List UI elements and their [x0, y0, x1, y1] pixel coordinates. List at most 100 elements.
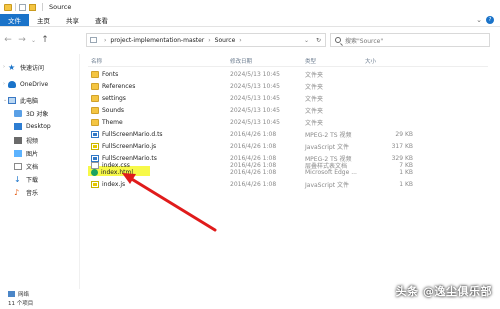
- sidebar-item-label: 视频: [26, 137, 39, 145]
- column-header-size[interactable]: 大小: [365, 56, 376, 66]
- back-arrow-icon[interactable]: ←: [2, 34, 14, 46]
- file-name: Sounds: [102, 106, 125, 114]
- title-bar: Source: [0, 0, 500, 14]
- file-type: Microsoft Edge ...: [305, 168, 357, 176]
- download-icon: ↓: [14, 174, 21, 184]
- sidebar-item-label: 文档: [26, 163, 39, 171]
- sidebar-item-quick-access[interactable]: ★ 快速访问: [8, 62, 44, 72]
- file-name: FullScreenMario.d.ts: [102, 130, 163, 138]
- file-explorer-window: Source 文件 主页 共享 查看 ⌄ ? ← → ⌄ ↑ › project…: [0, 0, 500, 309]
- file-size: 1 KB: [399, 168, 413, 176]
- new-folder-icon[interactable]: [29, 3, 36, 11]
- sidebar-item-onedrive[interactable]: OneDrive: [8, 79, 48, 89]
- computer-icon: [8, 96, 16, 104]
- table-row[interactable]: index.js 2016/4/26 1:08 JavaScript 文件 1 …: [88, 179, 488, 189]
- tab-view[interactable]: 查看: [87, 14, 116, 26]
- refresh-icon[interactable]: ↻: [316, 37, 321, 44]
- table-row[interactable]: FullScreenMario.d.ts 2016/4/26 1:08 MPEG…: [88, 129, 488, 139]
- file-date: 2016/4/26 1:08: [230, 168, 277, 176]
- recent-locations-chevron-icon[interactable]: ⌄: [30, 34, 37, 46]
- folder-icon: [91, 70, 99, 78]
- address-bar[interactable]: › project-implementation-master › Source…: [86, 33, 326, 47]
- chevron-down-icon[interactable]: ⌄: [304, 37, 309, 44]
- watermark-text: 头条 @逸尘俱乐部: [395, 285, 492, 298]
- sidebar-item-this-pc[interactable]: 此电脑: [8, 95, 38, 105]
- file-type: 文件夹: [305, 83, 324, 91]
- documents-icon: [14, 162, 22, 170]
- sidebar-item-label: 下载: [26, 176, 39, 184]
- music-icon: ♪: [14, 187, 20, 197]
- expand-arrow-icon[interactable]: ⌄: [3, 97, 7, 103]
- table-row[interactable]: FullScreenMario.js 2016/4/26 1:08 JavaSc…: [88, 141, 488, 151]
- file-type: 文件夹: [305, 107, 324, 115]
- file-name: Theme: [102, 118, 123, 126]
- table-row[interactable]: Sounds 2024/5/13 10:45 文件夹: [88, 105, 488, 115]
- folder-icon: [4, 3, 12, 11]
- table-row[interactable]: Theme 2024/5/13 10:45 文件夹: [88, 117, 488, 127]
- sidebar-item-downloads[interactable]: ↓ 下载: [14, 174, 38, 184]
- file-date: 2016/4/26 1:08: [230, 130, 277, 138]
- item-count: 11 个项目: [8, 301, 34, 307]
- sidebar-item-label: 快速访问: [20, 64, 45, 72]
- sidebar-item-videos[interactable]: 视频: [14, 135, 38, 145]
- separator: [15, 3, 16, 11]
- file-date: 2016/4/26 1:08: [230, 142, 277, 150]
- search-input[interactable]: 搜索"Source": [330, 33, 490, 47]
- tab-file[interactable]: 文件: [0, 14, 29, 26]
- ts-file-icon: [91, 130, 99, 138]
- header-divider: [88, 66, 488, 67]
- up-arrow-icon[interactable]: ↑: [39, 34, 51, 46]
- file-name: Fonts: [102, 70, 119, 78]
- file-date: 2024/5/13 10:45: [230, 82, 280, 90]
- table-row[interactable]: settings 2024/5/13 10:45 文件夹: [88, 93, 488, 103]
- file-type: 文件夹: [305, 119, 324, 127]
- file-type: MPEG-2 TS 视频: [305, 131, 352, 139]
- forward-arrow-icon[interactable]: →: [16, 34, 28, 46]
- sidebar-item-label: Desktop: [26, 122, 51, 130]
- file-name: index.html: [101, 168, 133, 176]
- expand-arrow-icon[interactable]: ›: [3, 64, 5, 70]
- chevron-right-icon: ›: [208, 36, 211, 44]
- chevron-right-icon: ›: [239, 36, 242, 44]
- js-file-icon: [91, 180, 99, 188]
- sidebar-item-pictures[interactable]: 图片: [14, 148, 38, 158]
- js-file-icon: [91, 142, 99, 150]
- 3d-objects-icon: [14, 109, 22, 117]
- folder-icon: [90, 37, 97, 43]
- breadcrumb-project[interactable]: project-implementation-master: [110, 37, 204, 44]
- separator: [42, 3, 43, 11]
- window-title: Source: [49, 3, 72, 11]
- sidebar-item-label: 3D 对象: [26, 110, 49, 118]
- folder-icon: [91, 94, 99, 102]
- edge-html-icon: [91, 168, 98, 176]
- file-type: JavaScript 文件: [305, 143, 349, 151]
- table-row[interactable]: Fonts 2024/5/13 10:45 文件夹: [88, 69, 488, 79]
- help-icon[interactable]: ?: [486, 16, 494, 24]
- column-header-type[interactable]: 类型: [305, 56, 316, 66]
- navigation-bar: ← → ⌄ ↑ › project-implementation-master …: [0, 28, 500, 52]
- file-size: 1 KB: [399, 180, 413, 188]
- breadcrumb-source[interactable]: Source: [215, 37, 236, 44]
- chevron-down-icon[interactable]: ⌄: [474, 14, 484, 26]
- table-row-highlighted[interactable]: index.html 2016/4/26 1:08 Microsoft Edge…: [88, 167, 488, 177]
- table-row[interactable]: References 2024/5/13 10:45 文件夹: [88, 81, 488, 91]
- tab-share[interactable]: 共享: [58, 14, 87, 26]
- sidebar-item-3d-objects[interactable]: 3D 对象: [14, 108, 48, 118]
- expand-arrow-icon[interactable]: ›: [3, 81, 5, 87]
- sidebar-item-label: 图片: [26, 150, 39, 158]
- star-icon: ★: [8, 62, 16, 72]
- column-header-date[interactable]: 修改日期: [230, 56, 252, 66]
- file-name: settings: [102, 94, 126, 102]
- file-date: 2024/5/13 10:45: [230, 118, 280, 126]
- pictures-icon: [14, 149, 22, 157]
- folder-icon: [91, 106, 99, 114]
- sidebar-item-music[interactable]: ♪ 音乐: [14, 187, 38, 197]
- file-type: JavaScript 文件: [305, 181, 349, 189]
- sidebar-item-documents[interactable]: 文档: [14, 161, 38, 171]
- sidebar-item-label: OneDrive: [20, 80, 49, 88]
- tab-home[interactable]: 主页: [29, 14, 58, 26]
- column-header-name[interactable]: 名称: [91, 56, 102, 66]
- folder-icon: [91, 118, 99, 126]
- properties-icon[interactable]: [19, 3, 26, 11]
- sidebar-item-desktop[interactable]: Desktop: [14, 121, 51, 131]
